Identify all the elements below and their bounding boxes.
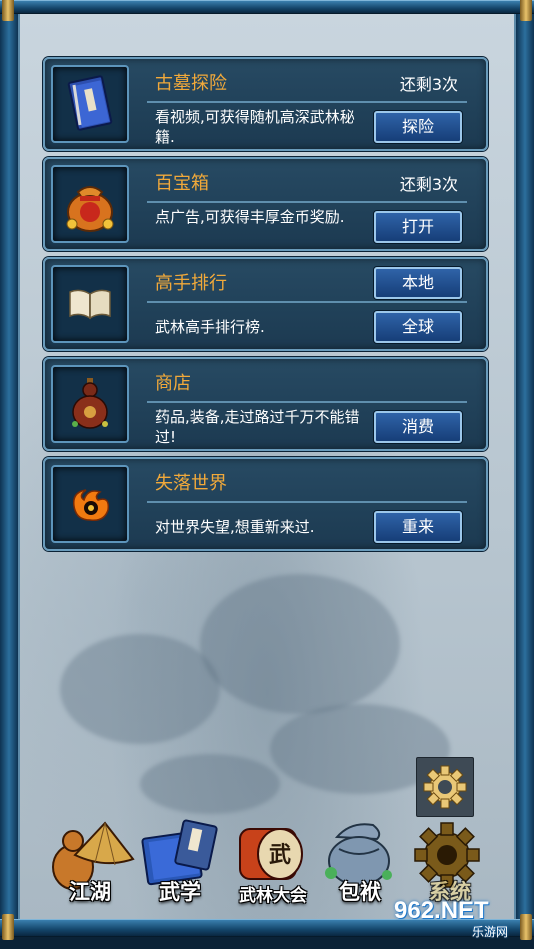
nav-baofu[interactable]: 包袱 <box>315 815 405 910</box>
restart-button[interactable]: 重来 <box>374 511 462 543</box>
divider <box>147 101 467 103</box>
nav-label: 江湖 <box>69 879 111 904</box>
frame-left <box>0 14 18 919</box>
flame-icon <box>51 465 129 543</box>
divider <box>147 301 467 303</box>
card-title: 高手排行 <box>155 273 227 294</box>
card-description: 对世界失望,想重新来过. <box>155 518 315 536</box>
gourd-icon <box>51 365 129 443</box>
card-title: 商店 <box>155 373 191 394</box>
nav-label: 武林大会 <box>239 886 307 906</box>
open-button[interactable]: 打开 <box>374 211 462 243</box>
card-description: 药品,装备,走过路过千万不能错过! <box>155 408 360 446</box>
settings-button[interactable] <box>416 757 474 817</box>
open-book-icon <box>51 265 129 343</box>
divider <box>147 501 467 503</box>
card-shop: 商店 药品,装备,走过路过千万不能错过! 消费 <box>43 357 488 451</box>
treasure-bag-icon <box>51 165 129 243</box>
local-rank-button[interactable]: 本地 <box>374 267 462 299</box>
card-tomb-adventure: 古墓探险 还剩3次 看视频,可获得随机高深武林秘籍. 探险 <box>43 57 488 151</box>
frame-right <box>516 14 534 919</box>
card-title: 百宝箱 <box>155 173 209 194</box>
divider <box>147 401 467 403</box>
scroll-rod-top <box>0 0 534 21</box>
global-rank-button[interactable]: 全球 <box>374 311 462 343</box>
remaining-count: 还剩3次 <box>399 75 458 94</box>
card-description: 武林高手排行榜. <box>155 318 265 336</box>
watermark-logo: 962.NET 乐游网 <box>394 897 530 941</box>
drum-glyph: 武 <box>269 842 291 868</box>
nav-label: 武学 <box>159 879 201 904</box>
nav-xitong[interactable]: 系统 <box>405 815 495 910</box>
gear-icon <box>423 765 467 809</box>
explore-button[interactable]: 探险 <box>374 111 462 143</box>
remaining-count: 还剩3次 <box>399 175 458 194</box>
card-title: 古墓探险 <box>155 73 227 94</box>
nav-label: 包袱 <box>339 879 381 904</box>
nav-wuxue[interactable]: 武学 <box>135 815 225 910</box>
watermark-main: 962.NET <box>394 897 489 924</box>
nav-jianghu[interactable]: 江湖 <box>45 815 135 910</box>
nav-wulin-dahui[interactable]: 武 武林大会 <box>228 815 318 910</box>
card-title: 失落世界 <box>155 473 227 494</box>
card-description: 点广告,可获得丰厚金币奖励. <box>155 208 345 226</box>
shop-button[interactable]: 消费 <box>374 411 462 443</box>
divider <box>147 201 467 203</box>
card-treasure-box: 百宝箱 还剩3次 点广告,可获得丰厚金币奖励. 打开 <box>43 157 488 251</box>
card-lost-world: 失落世界 对世界失望,想重新来过. 重来 <box>43 457 488 551</box>
book-icon <box>51 65 129 143</box>
card-leaderboard: 高手排行 本地 武林高手排行榜. 全球 <box>43 257 488 351</box>
card-description: 看视频,可获得随机高深武林秘籍. <box>155 108 355 146</box>
watermark-sub: 乐游网 <box>472 925 509 939</box>
